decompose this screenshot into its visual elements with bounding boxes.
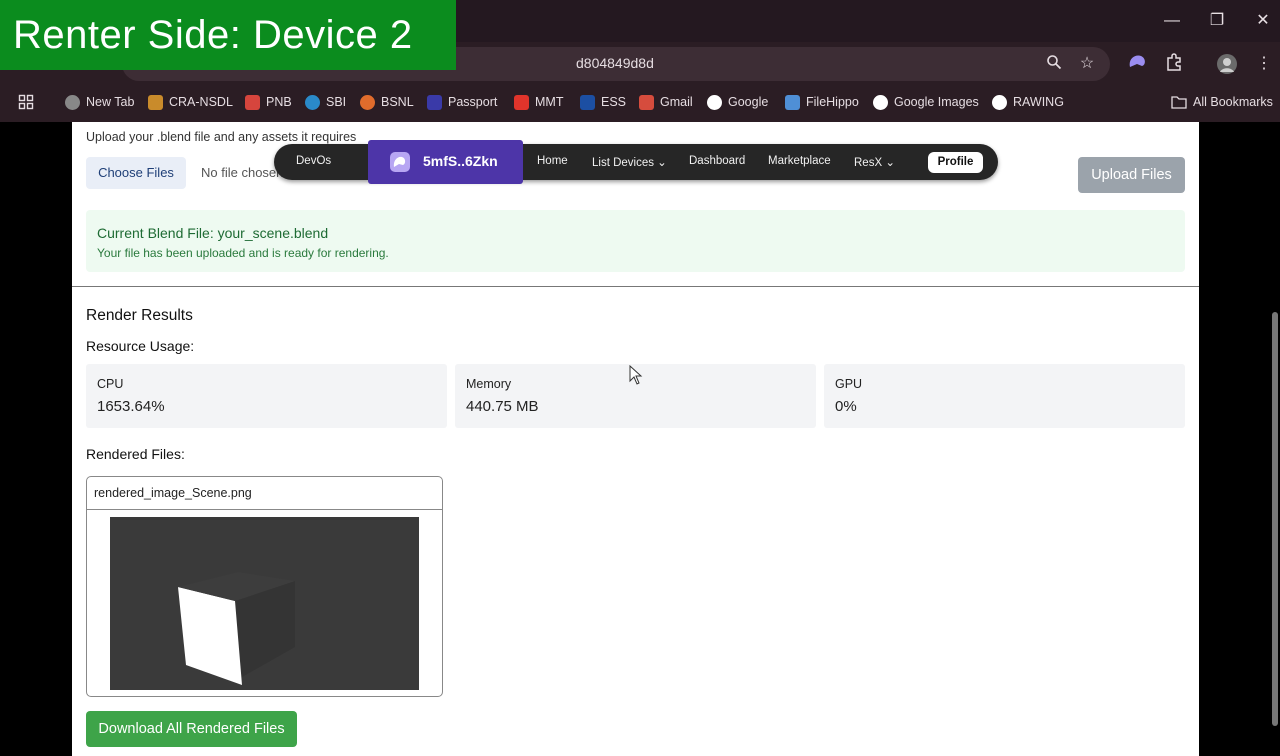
upload-files-button[interactable]: Upload Files <box>1078 157 1185 193</box>
gpu-value: 0% <box>835 398 857 415</box>
all-bookmarks[interactable]: All Bookmarks <box>1171 93 1273 111</box>
minimize-button[interactable]: — <box>1160 10 1184 32</box>
scrollbar-thumb[interactable] <box>1272 312 1278 726</box>
gmail-icon <box>639 94 654 110</box>
bookmark-bsnl[interactable]: BSNL <box>360 93 414 111</box>
bookmark-passport[interactable]: Passport <box>427 93 497 111</box>
divider <box>72 286 1199 287</box>
page-scrollbar[interactable] <box>1270 122 1280 756</box>
bookmark-google[interactable]: Google <box>707 93 768 111</box>
all-bookmarks-label: All Bookmarks <box>1193 95 1273 109</box>
nav-brand[interactable]: DevOs <box>296 155 331 167</box>
download-all-button[interactable]: Download All Rendered Files <box>86 711 297 747</box>
bsnl-icon <box>360 94 375 110</box>
bookmark-ess[interactable]: ESS <box>580 93 626 111</box>
device-overlay-label: Renter Side: Device 2 <box>0 0 456 70</box>
cpu-value: 1653.64% <box>97 398 165 415</box>
cpu-card: CPU 1653.64% <box>86 364 447 428</box>
apps-grid-icon[interactable] <box>18 93 34 111</box>
avatar[interactable] <box>1216 53 1238 75</box>
extensions-icon[interactable] <box>1163 53 1185 75</box>
bookmark-label: FileHippo <box>806 95 859 109</box>
bookmark-filehippo[interactable]: FileHippo <box>785 93 859 111</box>
bookmark-label: Google <box>728 95 769 109</box>
current-blend-box: Current Blend File: your_scene.blend You… <box>86 210 1185 272</box>
bookmark-google-images[interactable]: Google Images <box>873 93 979 111</box>
google-icon <box>707 94 722 110</box>
mouse-cursor-icon <box>629 365 643 385</box>
rendered-file-card[interactable]: rendered_image_Scene.png <box>86 476 443 697</box>
render-cube-image <box>178 572 295 685</box>
upload-hint: Upload your .blend file and any assets i… <box>86 130 357 144</box>
zoom-icon[interactable] <box>1044 54 1064 74</box>
resource-usage-heading: Resource Usage: <box>86 338 195 354</box>
nav-marketplace[interactable]: Marketplace <box>768 155 831 167</box>
app-navbar: DevOs 5mfS..6Zkn Home List Devices ⌄ Das… <box>274 140 998 184</box>
phantom-wallet-icon <box>390 152 410 172</box>
nav-dashboard[interactable]: Dashboard <box>689 155 745 167</box>
folder-icon <box>1171 96 1187 109</box>
bookmark-label: PNB <box>266 95 292 109</box>
bookmark-gmail[interactable]: Gmail <box>639 93 693 111</box>
gpu-label: GPU <box>835 377 863 391</box>
extension-ghost-icon[interactable] <box>1126 53 1148 75</box>
bookmark-pnb[interactable]: PNB <box>245 93 292 111</box>
bookmark-rawing[interactable]: RAWING <box>992 93 1064 111</box>
close-button[interactable]: ✕ <box>1251 10 1275 32</box>
profile-button[interactable]: Profile <box>928 152 983 173</box>
no-file-text: No file chosen <box>201 165 284 180</box>
bookmark-label: SBI <box>326 95 347 109</box>
bookmark-label: CRA-NSDL <box>169 95 233 109</box>
mmt-icon <box>514 94 529 110</box>
wallet-address: 5mfS..6Zkn <box>423 153 498 169</box>
bookmark-label: MMT <box>535 95 564 109</box>
bookmark-label: Google Images <box>894 95 979 109</box>
memory-value: 440.75 MB <box>466 398 539 415</box>
choose-files-button[interactable]: Choose Files <box>86 157 186 189</box>
nav-resx[interactable]: ResX ⌄ <box>854 155 895 169</box>
star-icon[interactable]: ☆ <box>1077 54 1097 74</box>
bookmark-label: BSNL <box>381 95 414 109</box>
sbi-icon <box>305 94 320 110</box>
current-blend-subtitle: Your file has been uploaded and is ready… <box>97 246 389 260</box>
passport-icon <box>427 94 442 110</box>
globe-icon <box>65 94 80 110</box>
file-card-divider <box>87 509 442 510</box>
filehippo-icon <box>785 94 800 110</box>
bookmark-label: Gmail <box>660 95 693 109</box>
rendered-file-name: rendered_image_Scene.png <box>94 486 252 500</box>
nav-home[interactable]: Home <box>537 155 568 167</box>
sap-icon <box>580 94 595 110</box>
gpu-card: GPU 0% <box>824 364 1185 428</box>
google-icon <box>992 94 1007 110</box>
bookmark-label: Passport <box>448 95 498 109</box>
restore-button[interactable]: ❐ <box>1205 10 1229 32</box>
nav-list-devices[interactable]: List Devices ⌄ <box>592 155 667 169</box>
bookmark-label: RAWING <box>1013 95 1064 109</box>
bookmark-mmt[interactable]: MMT <box>514 93 563 111</box>
menu-kebab-icon[interactable]: ⋮ <box>1253 53 1275 75</box>
current-blend-title: Current Blend File: your_scene.blend <box>97 225 329 241</box>
bookmark-new-tab[interactable]: New Tab <box>65 93 134 111</box>
bookmark-label: New Tab <box>86 95 135 109</box>
render-results-heading: Render Results <box>86 307 193 324</box>
rendered-image-preview[interactable] <box>110 517 419 690</box>
pnb-icon <box>245 94 260 110</box>
bookmarks-bar: New Tab CRA-NSDL PNB SBI BSNL Passport M… <box>0 82 1280 122</box>
bookmark-label: ESS <box>601 95 627 109</box>
bookmark-sbi[interactable]: SBI <box>305 93 346 111</box>
cpu-label: CPU <box>97 377 124 391</box>
bookmark-cra-nsdl[interactable]: CRA-NSDL <box>148 93 233 111</box>
wallet-button[interactable]: 5mfS..6Zkn <box>368 140 523 184</box>
google-icon <box>873 94 888 110</box>
address-text: d804849d8d <box>576 55 654 71</box>
memory-label: Memory <box>466 377 512 391</box>
cra-nsdl-icon <box>148 94 163 110</box>
page-content: Upload your .blend file and any assets i… <box>72 122 1199 756</box>
rendered-files-heading: Rendered Files: <box>86 446 185 462</box>
